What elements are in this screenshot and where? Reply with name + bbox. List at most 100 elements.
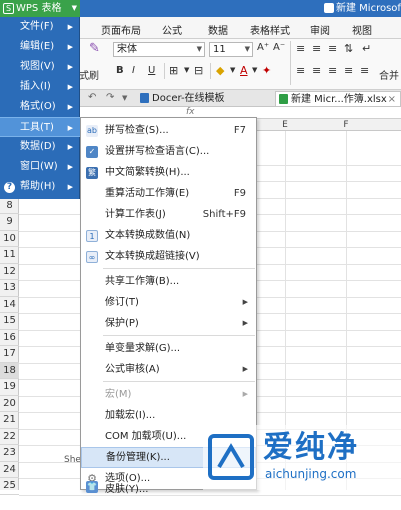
row-header[interactable]: 17 [0, 346, 19, 363]
menu-item-addins[interactable]: 加载宏(I)... [81, 405, 256, 426]
menu-item-label: 中文简繁转换(H)... [105, 167, 190, 178]
orientation-icon[interactable]: ⇅ [344, 42, 353, 55]
row-header[interactable]: 11 [0, 247, 19, 264]
shrink-font-button[interactable]: A⁻ [273, 42, 285, 53]
chevron-down-icon[interactable]: ▼ [184, 66, 189, 74]
shortcut-label: Shift+F9 [202, 209, 246, 220]
align-center-icon[interactable]: ≡ [312, 64, 321, 77]
watermark-title: 爱纯净 [263, 430, 359, 465]
wps-menu-button[interactable]: S WPS 表格 ▼ [0, 0, 80, 17]
menu-item-formula-auditing[interactable]: 公式审核(A) ▶ [81, 359, 256, 380]
fx-icon[interactable]: fx [186, 107, 195, 117]
font-size-combo[interactable]: 11 ▼ [209, 42, 253, 57]
row-header[interactable]: 14 [0, 297, 19, 313]
row-header[interactable]: 22 [0, 429, 19, 445]
menu-item-share-workbook[interactable]: 共享工作簿(B)... [81, 271, 256, 292]
sheet-tab[interactable]: She [64, 455, 81, 465]
row-header[interactable]: 9 [0, 214, 19, 231]
menu-file[interactable]: 文件(F) ▶ [0, 17, 80, 37]
menu-edit[interactable]: 编辑(E) ▶ [0, 37, 80, 57]
row-header[interactable]: 15 [0, 313, 19, 330]
menu-format[interactable]: 格式(O) ▶ [0, 97, 80, 117]
justify-icon[interactable]: ≡ [344, 64, 353, 77]
wrap-text-icon[interactable]: ↵ [362, 42, 371, 55]
align-left-icon[interactable]: ≡ [296, 64, 305, 77]
menu-label: 工具(T) [20, 122, 54, 133]
chevron-right-icon: ▶ [67, 124, 73, 132]
font-name-combo[interactable]: 宋体 ▼ [113, 42, 205, 57]
undo-icon[interactable]: ↶ [88, 92, 96, 103]
align-top-icon[interactable]: ≡ [296, 42, 305, 55]
row-header[interactable]: 12 [0, 264, 19, 280]
menu-item-label: 文本转换成数值(N) [105, 230, 191, 241]
menu-item-chinese-conversion[interactable]: 繁中文简繁转换(H)... [81, 162, 256, 183]
row-header[interactable]: 25 [0, 478, 19, 495]
column-header-f[interactable]: F [316, 119, 376, 131]
bold-button[interactable]: B [116, 65, 124, 76]
menu-item-text-to-hyperlink[interactable]: ∞ 文本转换成超链接(V) [81, 246, 256, 267]
borders-icon[interactable]: ⊞ [169, 64, 178, 77]
column-header-e[interactable]: E [255, 119, 315, 131]
menu-help[interactable]: ? 帮助(H) ▶ [0, 177, 80, 197]
row-header[interactable]: 23 [0, 445, 19, 462]
menu-item-track-changes[interactable]: 修订(T) ▶ [81, 292, 256, 313]
row-header[interactable]: 18 [0, 362, 19, 379]
menu-item-goal-seek[interactable]: 单变量求解(G)... [81, 338, 256, 359]
row-header[interactable]: 16 [0, 330, 19, 346]
chevron-down-icon[interactable]: ▼ [230, 66, 235, 74]
chevron-right-icon: ▶ [67, 63, 73, 71]
clear-format-icon[interactable]: ✦ [262, 64, 271, 77]
align-right-icon[interactable]: ≡ [328, 64, 337, 77]
menu-data[interactable]: 数据(D) ▶ [0, 137, 80, 157]
menu-item-protect[interactable]: 保护(P) ▶ [81, 313, 256, 334]
tab-page-layout[interactable]: 页面布局 [101, 22, 141, 37]
format-painter-icon[interactable]: ✎ [89, 41, 100, 56]
tab-formulas[interactable]: 公式 [162, 22, 182, 37]
tab-view[interactable]: 视图 [352, 22, 372, 37]
tab-table-style[interactable]: 表格样式 [250, 22, 290, 37]
hyperlink-icon: ∞ [86, 251, 98, 263]
menu-item-spell-language[interactable]: ✓ 设置拼写检查语言(C)... [81, 141, 256, 162]
menu-label: 文件(F) [20, 21, 54, 32]
align-middle-icon[interactable]: ≡ [312, 42, 321, 55]
row-header[interactable]: 21 [0, 412, 19, 429]
menu-view[interactable]: 视图(V) ▶ [0, 57, 80, 77]
spell-check-icon: ab [86, 125, 98, 137]
menu-item-label: 拼写检查(S)... [105, 125, 169, 136]
merge-cells-icon[interactable]: ⊟ [194, 64, 203, 77]
ribbon-divider [164, 63, 165, 79]
row-header[interactable]: 13 [0, 280, 19, 297]
row-header[interactable]: 24 [0, 462, 19, 478]
redo-icon[interactable]: ↷ [106, 92, 114, 103]
format-painter-label[interactable]: 式刷 [79, 67, 99, 82]
align-bottom-icon[interactable]: ≡ [328, 42, 337, 55]
docer-icon [140, 93, 149, 103]
row-header[interactable]: 8 [0, 198, 19, 214]
row-header[interactable]: 20 [0, 396, 19, 412]
tab-review[interactable]: 审阅 [310, 22, 330, 37]
menu-item-recalc-workbook[interactable]: 重算活动工作簿(E) F9 [81, 183, 256, 204]
merge-center-label[interactable]: 合并 [379, 67, 399, 82]
menu-insert[interactable]: 插入(I) ▶ [0, 77, 80, 97]
row-header[interactable]: 19 [0, 379, 19, 396]
font-color-icon[interactable]: A [240, 64, 248, 77]
chevron-down-icon[interactable]: ▼ [252, 66, 257, 74]
menu-item-calc-sheet[interactable]: 计算工作表(J) Shift+F9 [81, 204, 256, 225]
chevron-down-icon[interactable]: ▼ [122, 94, 127, 102]
row-header[interactable]: 10 [0, 231, 19, 247]
menu-item-spell-check[interactable]: ab 拼写检查(S)... F7 [81, 120, 256, 141]
grow-font-button[interactable]: A⁺ [257, 42, 269, 53]
italic-button[interactable]: I [132, 65, 135, 76]
tab-workbook[interactable]: 新建 Micr...作簿.xlsx × [275, 91, 401, 106]
menu-item-macro[interactable]: 宏(M) ▶ [81, 384, 256, 405]
fill-color-icon[interactable]: ◆ [216, 64, 224, 77]
underline-button[interactable]: U [148, 65, 155, 76]
tab-data[interactable]: 数据 [208, 22, 228, 37]
menu-item-label: 设置拼写检查语言(C)... [105, 146, 210, 157]
menu-tools[interactable]: 工具(T) ▶ [0, 117, 80, 137]
tab-docer-templates[interactable]: Docer-在线模板 [137, 91, 267, 106]
menu-item-text-to-number[interactable]: 1 文本转换成数值(N) [81, 225, 256, 246]
menu-window[interactable]: 窗口(W) ▶ [0, 157, 80, 177]
close-icon[interactable]: × [388, 92, 396, 107]
distribute-icon[interactable]: ≡ [360, 64, 369, 77]
